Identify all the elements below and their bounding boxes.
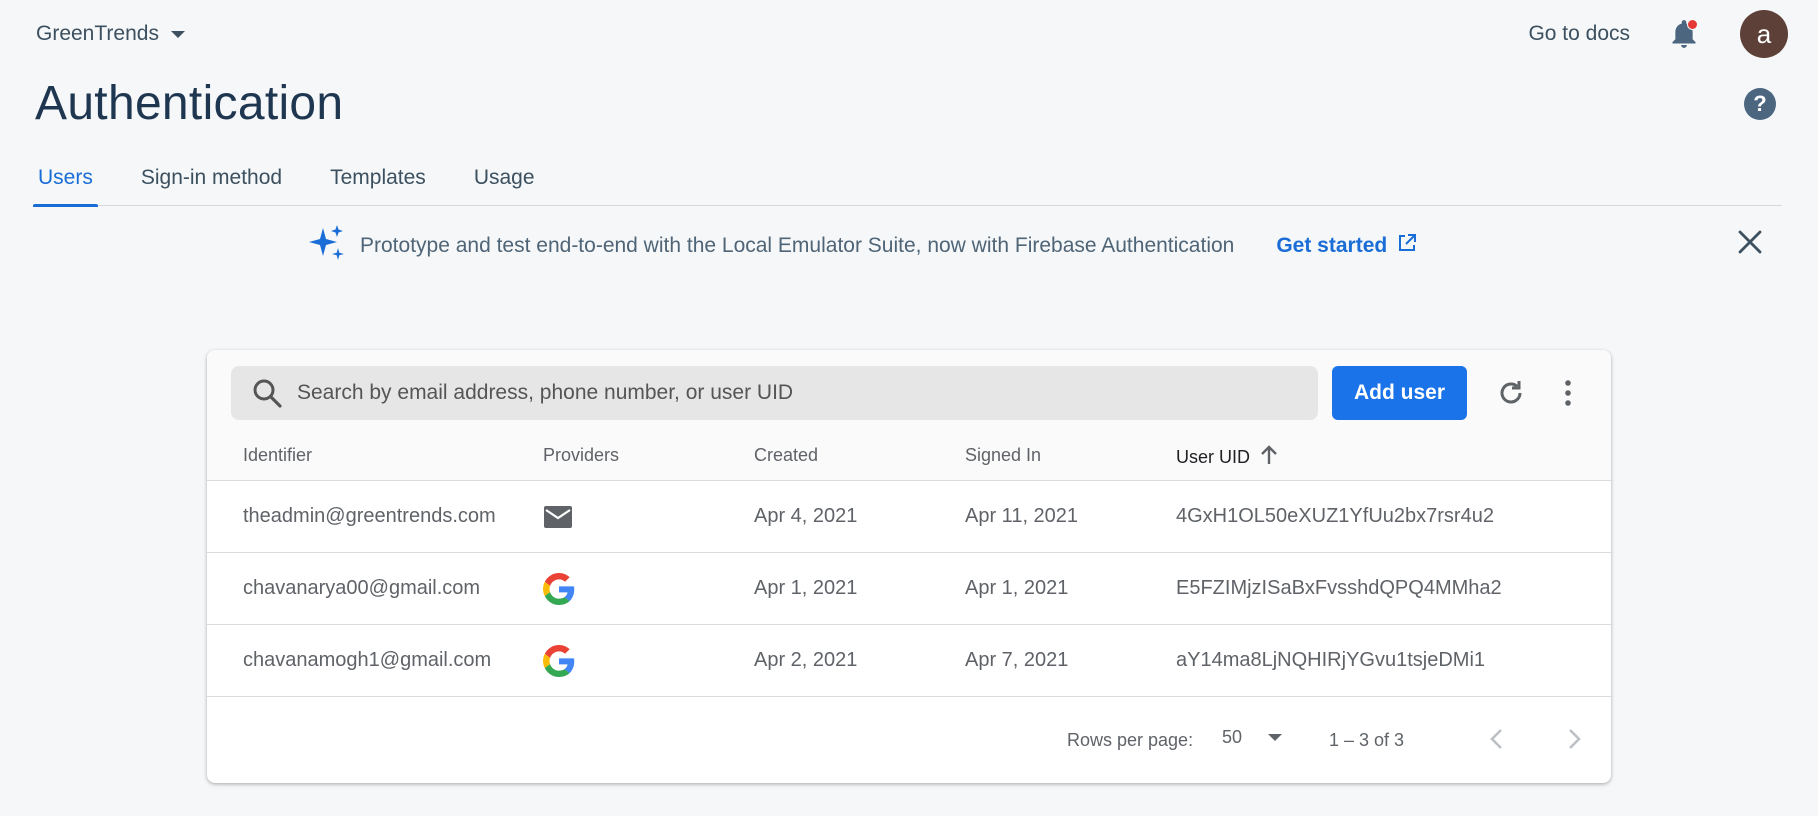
sparkle-icon [308,224,346,268]
tab-usage[interactable]: Usage [469,156,540,206]
tab-templates[interactable]: Templates [325,156,431,206]
google-icon [543,573,575,605]
email-icon [543,501,575,533]
cell-signed-in: Apr 11, 2021 [965,505,1079,527]
more-options-icon[interactable] [1552,377,1584,409]
table-row[interactable]: theadmin@greentrends.com Apr 4, 2021 Apr… [207,481,1611,553]
cell-created: Apr 1, 2021 [754,577,858,599]
column-header-user-uid-label: User UID [1176,447,1251,467]
emulator-banner: Prototype and test end-to-end with the L… [308,224,1417,268]
chevron-down-icon [170,30,185,38]
cell-signed-in: Apr 1, 2021 [965,577,1069,599]
cell-user-uid: E5FZIMjzISaBxFvsshdQPQ4MMha2 [1176,577,1502,599]
table-row[interactable]: chavanarya00@gmail.com Apr 1, 2021 Apr 1… [207,553,1611,625]
cell-signed-in: Apr 7, 2021 [965,649,1069,671]
cell-created: Apr 4, 2021 [754,505,858,527]
sort-ascending-icon [1260,445,1278,470]
refresh-icon[interactable] [1495,377,1527,409]
column-header-providers[interactable]: Providers [543,445,619,466]
users-card-header: Add user Identifier Providers Created Si… [207,350,1611,481]
add-user-button[interactable]: Add user [1332,366,1467,420]
search-box[interactable] [231,366,1318,420]
close-icon[interactable] [1736,228,1764,256]
banner-text: Prototype and test end-to-end with the L… [360,234,1235,257]
cell-user-uid: aY14ma8LjNQHIRjYGvu1tsjeDMi1 [1176,649,1486,671]
cell-identifier: chavanarya00@gmail.com [243,577,481,599]
project-switcher[interactable]: GreenTrends [36,22,185,46]
tab-sign-in-method[interactable]: Sign-in method [136,156,287,206]
cell-identifier: chavanamogh1@gmail.com [243,649,492,671]
pagination-bar: Rows per page: 50 1 – 3 of 3 [207,697,1611,777]
column-header-signed-in[interactable]: Signed In [965,445,1041,466]
notification-dot [1687,19,1698,30]
cell-user-uid: 4GxH1OL50eXUZ1YfUu2bx7rsr4u2 [1176,505,1494,527]
go-to-docs-link[interactable]: Go to docs [1528,22,1630,46]
search-icon [251,377,283,409]
column-header-identifier[interactable]: Identifier [243,445,312,466]
previous-page-icon[interactable] [1483,725,1511,753]
get-started-link[interactable]: Get started [1276,233,1417,259]
next-page-icon[interactable] [1560,725,1588,753]
get-started-label: Get started [1276,234,1388,257]
avatar[interactable]: a [1740,10,1788,58]
column-header-user-uid[interactable]: User UID [1176,445,1278,470]
rows-per-page-select[interactable]: 50 [1222,727,1283,748]
page-title: Authentication [35,77,344,130]
notifications-bell-icon[interactable] [1670,19,1698,49]
tab-users[interactable]: Users [33,156,98,207]
project-name: GreenTrends [36,22,159,45]
users-card: Add user Identifier Providers Created Si… [207,350,1611,783]
search-input[interactable] [297,381,1197,405]
cell-identifier: theadmin@greentrends.com [243,505,496,527]
google-icon [543,645,575,677]
rows-per-page-label: Rows per page: [1067,730,1194,750]
external-link-icon [1397,233,1417,259]
tab-bar: Users Sign-in method Templates Usage [33,156,1782,207]
chevron-down-icon [1268,734,1283,741]
column-header-created[interactable]: Created [754,445,818,466]
help-icon[interactable]: ? [1744,88,1776,120]
top-right-actions: Go to docs a [1528,10,1788,58]
table-row[interactable]: chavanamogh1@gmail.com Apr 2, 2021 Apr 7… [207,625,1611,697]
rows-per-page-value: 50 [1222,727,1243,747]
page-range: 1 – 3 of 3 [1329,730,1405,750]
cell-created: Apr 2, 2021 [754,649,858,671]
